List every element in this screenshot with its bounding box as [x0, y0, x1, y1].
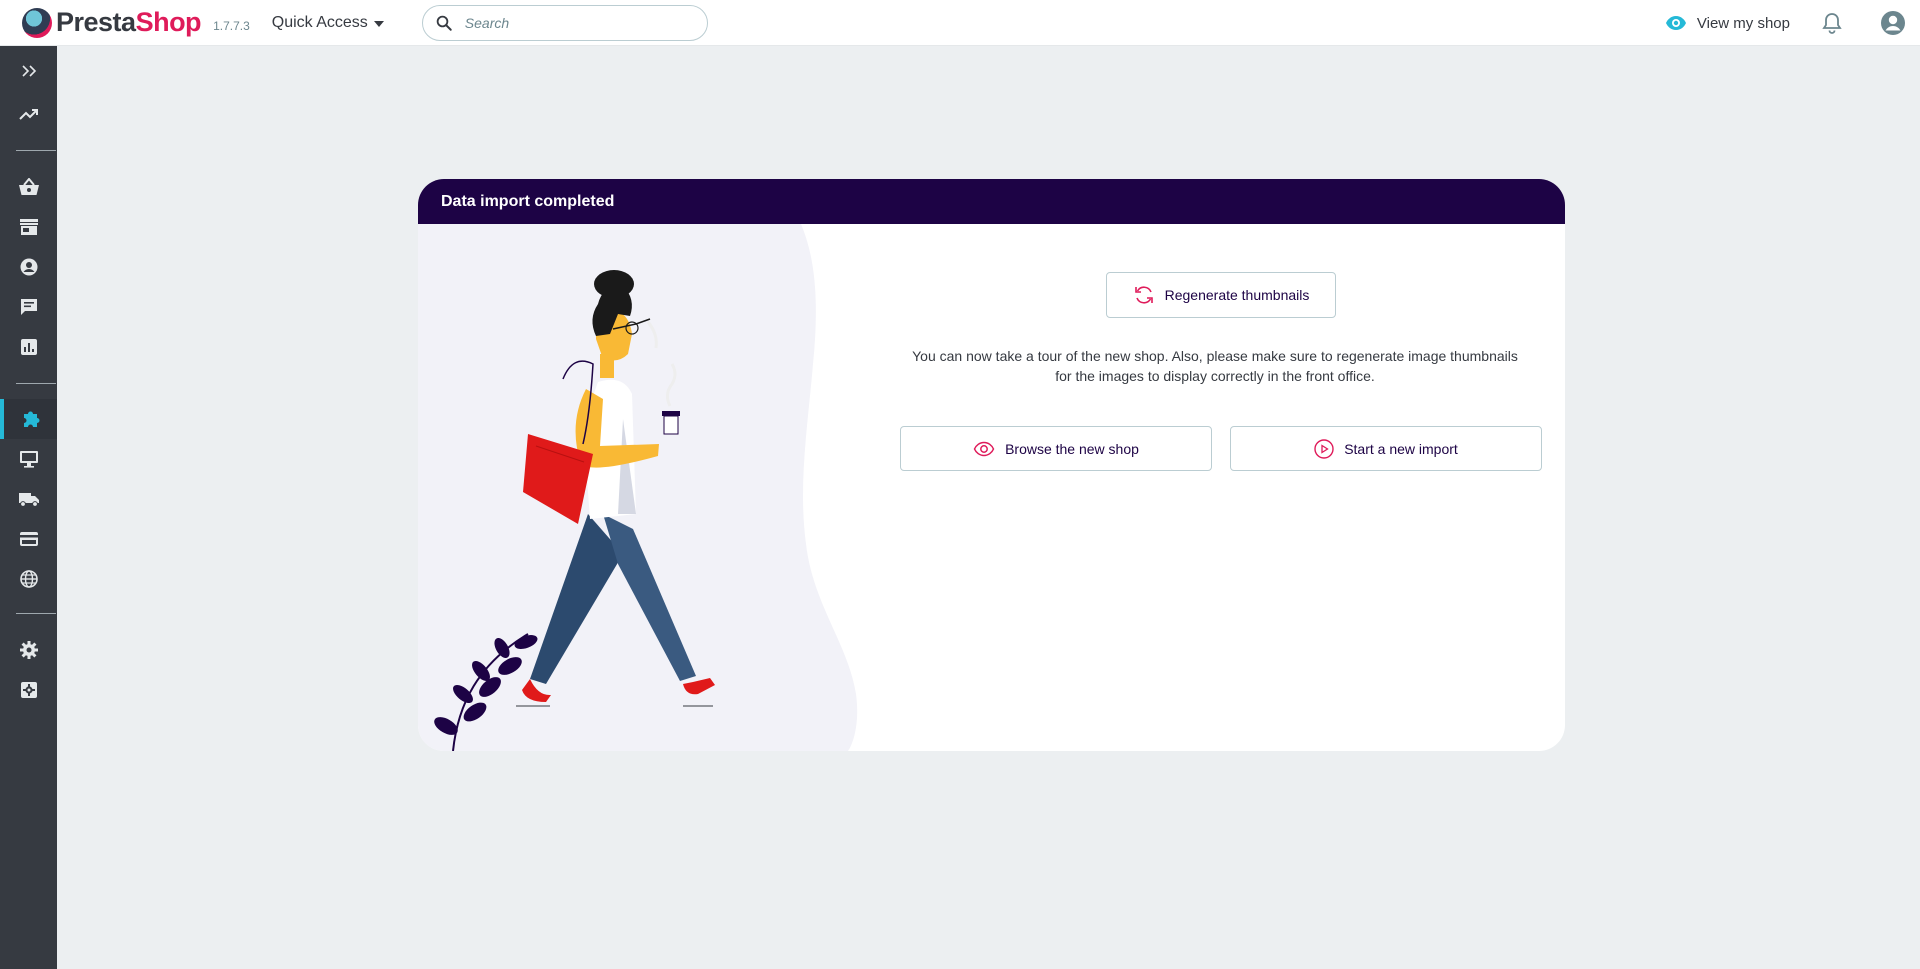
- quick-access-dropdown[interactable]: Quick Access: [272, 14, 384, 32]
- advanced-settings-icon: [20, 682, 37, 698]
- sidebar-item-advanced-parameters[interactable]: [0, 670, 57, 710]
- sidebar-toggle[interactable]: [0, 51, 57, 91]
- search-box[interactable]: [421, 4, 708, 41]
- basket-icon: [18, 178, 39, 195]
- sidebar-divider: [16, 383, 56, 384]
- sidebar-divider: [16, 150, 56, 151]
- refresh-icon: [1134, 286, 1153, 304]
- stats-icon: [20, 339, 37, 355]
- caret-down-icon: [373, 20, 384, 27]
- sidebar-item-stats[interactable]: [0, 327, 57, 367]
- user-account-icon[interactable]: [1880, 10, 1906, 36]
- import-message-line1: You can now take a tour of the new shop.…: [912, 348, 1518, 364]
- puzzle-icon: [23, 411, 40, 427]
- woman-walking-illustration: [418, 224, 858, 751]
- sidebar-item-customers[interactable]: [0, 247, 57, 287]
- credit-card-icon: [19, 532, 38, 546]
- trending-up-icon: [18, 109, 38, 120]
- import-message-line2: for the images to display correctly in t…: [1055, 368, 1375, 384]
- sidebar-item-design[interactable]: [0, 439, 57, 479]
- monitor-icon: [19, 451, 38, 468]
- sidebar-item-international[interactable]: [0, 559, 57, 599]
- quick-access-label: Quick Access: [271, 13, 368, 31]
- notifications-bell-icon[interactable]: [1822, 12, 1842, 34]
- sidebar-item-payment[interactable]: [0, 519, 57, 559]
- browse-new-shop-button[interactable]: Browse the new shop: [900, 426, 1212, 471]
- sidebar-item-dashboard[interactable]: [0, 94, 57, 134]
- prestashop-puffin-icon: [22, 7, 52, 38]
- regenerate-thumbnails-label: Regenerate thumbnails: [1164, 287, 1310, 303]
- play-circle-icon: [1314, 438, 1334, 459]
- gear-icon: [19, 641, 38, 659]
- start-new-import-label: Start a new import: [1344, 440, 1458, 457]
- chat-icon: [20, 299, 37, 315]
- sidebar-item-customer-service[interactable]: [0, 287, 57, 327]
- eye-icon: [973, 441, 995, 456]
- eye-icon: [1665, 16, 1686, 30]
- regenerate-thumbnails-button[interactable]: Regenerate thumbnails: [1106, 272, 1336, 318]
- search-input[interactable]: [464, 14, 685, 31]
- view-my-shop-link[interactable]: View my shop: [1665, 15, 1790, 32]
- expand-icon: [21, 65, 36, 77]
- sidebar-nav: [0, 46, 57, 969]
- sidebar-item-modules[interactable]: [0, 399, 57, 439]
- sidebar-item-configure[interactable]: [0, 630, 57, 670]
- start-new-import-button[interactable]: Start a new import: [1230, 426, 1542, 471]
- logo-text: PrestaShop: [56, 7, 202, 37]
- top-header: PrestaShop 1.7.7.3 Quick Access View my …: [0, 0, 1920, 46]
- sidebar-divider: [16, 613, 56, 614]
- search-icon: [436, 15, 452, 31]
- globe-icon: [19, 570, 38, 588]
- card-title: Data import completed: [441, 192, 615, 210]
- import-complete-card: Data import completed Regenerate thumbna…: [418, 179, 1565, 751]
- sidebar-item-shipping[interactable]: [0, 479, 57, 519]
- sidebar-item-catalog[interactable]: [0, 207, 57, 247]
- sidebar-item-orders[interactable]: [0, 167, 57, 207]
- import-message: You can now take a tour of the new shop.…: [885, 346, 1545, 386]
- browse-new-shop-label: Browse the new shop: [1005, 440, 1139, 457]
- view-my-shop-label: View my shop: [1696, 14, 1790, 32]
- store-icon: [19, 219, 38, 235]
- customer-icon: [20, 258, 37, 276]
- card-header: Data import completed: [418, 179, 1565, 224]
- version-label: 1.7.7.3: [213, 18, 250, 33]
- truck-icon: [18, 493, 39, 507]
- prestashop-logo[interactable]: PrestaShop: [22, 7, 202, 38]
